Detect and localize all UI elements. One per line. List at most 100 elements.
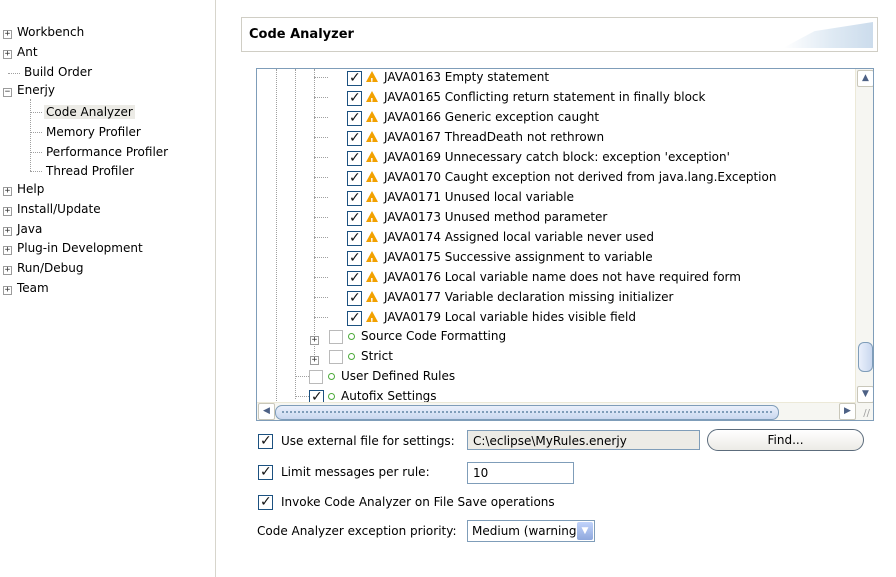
rule-checkbox[interactable]: ✓: [347, 310, 362, 326]
rule-row[interactable]: ✓ JAVA0173 Unused method parameter: [347, 207, 607, 232]
external-file-checkbox[interactable]: ✓: [258, 433, 273, 449]
nav-item-install-update[interactable]: Install/Update: [15, 200, 103, 218]
warning-icon: [366, 211, 378, 232]
priority-label: Code Analyzer exception priority:: [257, 524, 457, 538]
find-button[interactable]: Find...: [707, 429, 864, 451]
collapse-enerjy-icon[interactable]: −: [3, 88, 12, 97]
rule-checkbox[interactable]: ✓: [347, 130, 362, 146]
rule-checkbox[interactable]: ✓: [347, 190, 362, 206]
chevron-down-icon[interactable]: ▼: [577, 522, 593, 540]
warning-icon: [366, 131, 378, 152]
resize-grip-icon[interactable]: [856, 403, 873, 420]
limit-messages-input[interactable]: 10: [467, 462, 574, 484]
warning-icon: [366, 191, 378, 212]
expand-ant-icon[interactable]: +: [3, 50, 12, 59]
nav-item-run-debug[interactable]: Run/Debug: [15, 259, 86, 277]
nav-item-workbench[interactable]: Workbench: [15, 23, 86, 41]
rule-label: JAVA0166 Generic exception caught: [384, 110, 600, 124]
rule-row[interactable]: ✓ JAVA0176 Local variable name does not h…: [347, 267, 741, 292]
rule-label: JAVA0170 Caught exception not derived fr…: [384, 170, 777, 184]
nav-item-thread-profiler[interactable]: Thread Profiler: [44, 162, 136, 180]
rule-label: JAVA0177 Variable declaration missing in…: [384, 290, 674, 304]
warning-icon: [366, 291, 378, 312]
limit-messages-checkbox[interactable]: ✓: [258, 464, 273, 480]
rule-row[interactable]: ✓ JAVA0171 Unused local variable: [347, 187, 574, 212]
nav-item-build-order[interactable]: Build Order: [22, 63, 94, 81]
scroll-up-icon[interactable]: ▲: [857, 70, 873, 87]
group-checkbox[interactable]: [309, 370, 323, 384]
expand-help-icon[interactable]: +: [3, 187, 12, 196]
rule-checkbox[interactable]: ✓: [347, 270, 362, 286]
rules-tree[interactable]: ✓ JAVA0163 Empty statement ✓ JAVA0165 Confl…: [256, 68, 874, 421]
invoke-on-save-label: Invoke Code Analyzer on File Save operat…: [281, 495, 555, 509]
rule-row[interactable]: ✓ JAVA0163 Empty statement: [347, 69, 550, 92]
group-checkbox[interactable]: [329, 330, 343, 344]
rule-checkbox[interactable]: ✓: [347, 70, 362, 86]
nav-item-enerjy[interactable]: Enerjy: [15, 81, 57, 99]
expand-strict-icon[interactable]: +: [310, 356, 319, 365]
rule-row[interactable]: ✓ JAVA0167 ThreadDeath not rethrown: [347, 127, 605, 152]
group-dot-icon: [328, 393, 335, 400]
group-checkbox[interactable]: [329, 350, 343, 364]
rule-row[interactable]: ✓ JAVA0175 Successive assignment to varia…: [347, 247, 653, 272]
vertical-scroll-thumb[interactable]: [858, 342, 873, 372]
rule-checkbox[interactable]: ✓: [347, 170, 362, 186]
expand-run-debug-icon[interactable]: +: [3, 266, 12, 275]
rule-label: JAVA0167 ThreadDeath not rethrown: [384, 130, 605, 144]
rule-checkbox[interactable]: ✓: [347, 150, 362, 166]
rule-label: JAVA0163 Empty statement: [384, 70, 550, 84]
horizontal-scroll-thumb[interactable]: [275, 405, 779, 420]
group-source-code-formatting[interactable]: Source Code Formatting: [329, 326, 506, 346]
expand-workbench-icon[interactable]: +: [3, 30, 12, 39]
priority-select[interactable]: Medium (warning) ▼: [467, 520, 595, 542]
rule-checkbox[interactable]: ✓: [347, 230, 362, 246]
external-file-row: ✓ Use external file for settings:: [258, 430, 455, 452]
rule-row[interactable]: ✓ JAVA0166 Generic exception caught: [347, 107, 600, 132]
rule-row[interactable]: ✓ JAVA0170 Caught exception not derived f…: [347, 167, 777, 192]
group-strict[interactable]: Strict: [329, 346, 393, 366]
nav-item-ant[interactable]: Ant: [15, 43, 40, 61]
expand-install-update-icon[interactable]: +: [3, 207, 12, 216]
warning-icon: [366, 271, 378, 292]
rule-row[interactable]: ✓ JAVA0169 Unnecessary catch block: excep…: [347, 147, 730, 172]
rule-row[interactable]: ✓ JAVA0165 Conflicting return statement i…: [347, 87, 705, 112]
nav-item-java[interactable]: Java: [15, 220, 44, 238]
warning-icon: [366, 231, 378, 252]
rule-label: JAVA0174 Assigned local variable never u…: [384, 230, 654, 244]
group-dot-icon: [348, 333, 355, 340]
nav-item-memory-profiler[interactable]: Memory Profiler: [44, 123, 143, 141]
warning-icon: [366, 151, 378, 172]
nav-item-team[interactable]: Team: [15, 279, 51, 297]
expand-team-icon[interactable]: +: [3, 286, 12, 295]
priority-selected-value: Medium (warning): [472, 524, 582, 538]
nav-item-code-analyzer[interactable]: Code Analyzer: [44, 103, 135, 121]
rule-checkbox[interactable]: ✓: [347, 290, 362, 306]
horizontal-scrollbar[interactable]: ◀ ▶: [257, 402, 856, 420]
rule-row[interactable]: ✓ JAVA0179 Local variable hides visible f…: [347, 307, 636, 332]
group-user-defined-rules[interactable]: User Defined Rules: [309, 366, 455, 386]
scroll-left-icon[interactable]: ◀: [258, 403, 275, 420]
preferences-tree: + Workbench + Ant Build Order − Enerjy C…: [0, 0, 216, 577]
header-banner-graphic: [783, 22, 873, 48]
nav-item-help[interactable]: Help: [15, 180, 46, 198]
vertical-scrollbar[interactable]: ▲ ▼: [855, 69, 873, 403]
rule-checkbox[interactable]: ✓: [347, 110, 362, 126]
expand-java-icon[interactable]: +: [3, 227, 12, 236]
expand-plugin-development-icon[interactable]: +: [3, 246, 12, 255]
scroll-right-icon[interactable]: ▶: [839, 403, 856, 420]
scroll-down-icon[interactable]: ▼: [857, 386, 873, 403]
expand-source-code-formatting-icon[interactable]: +: [310, 336, 319, 345]
nav-item-performance-profiler[interactable]: Performance Profiler: [44, 143, 170, 161]
invoke-on-save-row: ✓ Invoke Code Analyzer on File Save oper…: [258, 491, 555, 513]
rule-row[interactable]: ✓ JAVA0174 Assigned local variable never …: [347, 227, 654, 252]
rule-checkbox[interactable]: ✓: [347, 90, 362, 106]
invoke-on-save-checkbox[interactable]: ✓: [258, 494, 273, 510]
nav-item-plugin-development[interactable]: Plug-in Development: [15, 239, 145, 257]
rule-checkbox[interactable]: ✓: [347, 250, 362, 266]
rule-checkbox[interactable]: ✓: [347, 210, 362, 226]
warning-icon: [366, 71, 378, 92]
external-file-path-field[interactable]: C:\eclipse\MyRules.enerjy: [467, 430, 700, 450]
limit-messages-label: Limit messages per rule:: [281, 465, 430, 479]
warning-icon: [366, 171, 378, 192]
rule-row[interactable]: ✓ JAVA0177 Variable declaration missing i…: [347, 287, 674, 312]
